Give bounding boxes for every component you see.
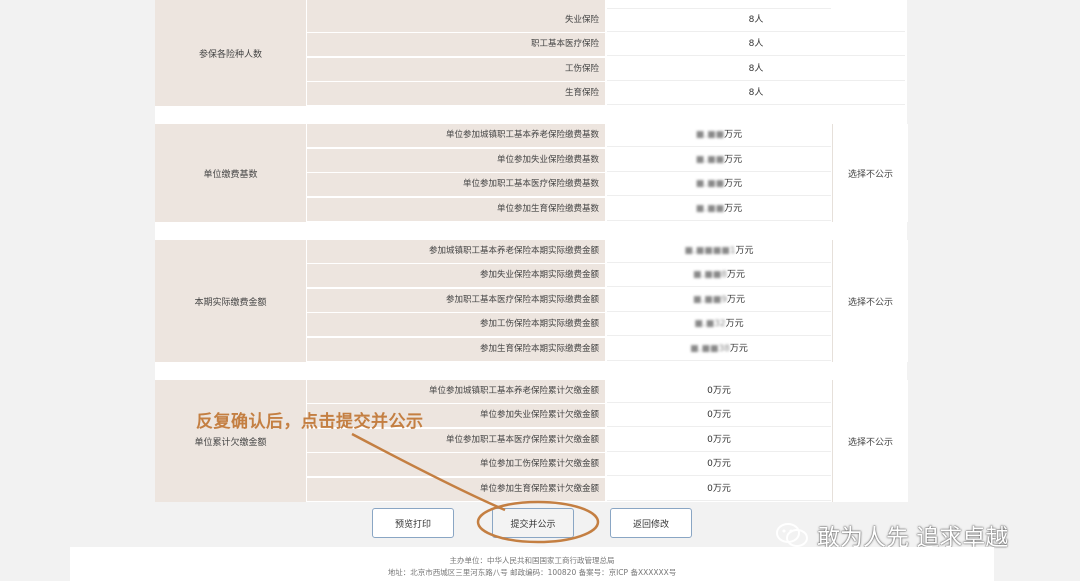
footer-address: 地址：北京市西城区三里河东路八号 邮政编码：100820 备案号：京ICP 备X… <box>387 568 677 577</box>
highlight-circle <box>476 500 600 544</box>
arrow-line <box>351 432 506 512</box>
footer-sponsor: 主办单位：中华人民共和国国家工商行政管理总局 <box>449 556 615 565</box>
footer: 主办单位：中华人民共和国国家工商行政管理总局 地址：北京市西城区三里河东路八号 … <box>70 547 994 581</box>
wechat-icon <box>776 523 808 547</box>
annotation-arrow <box>351 432 600 544</box>
